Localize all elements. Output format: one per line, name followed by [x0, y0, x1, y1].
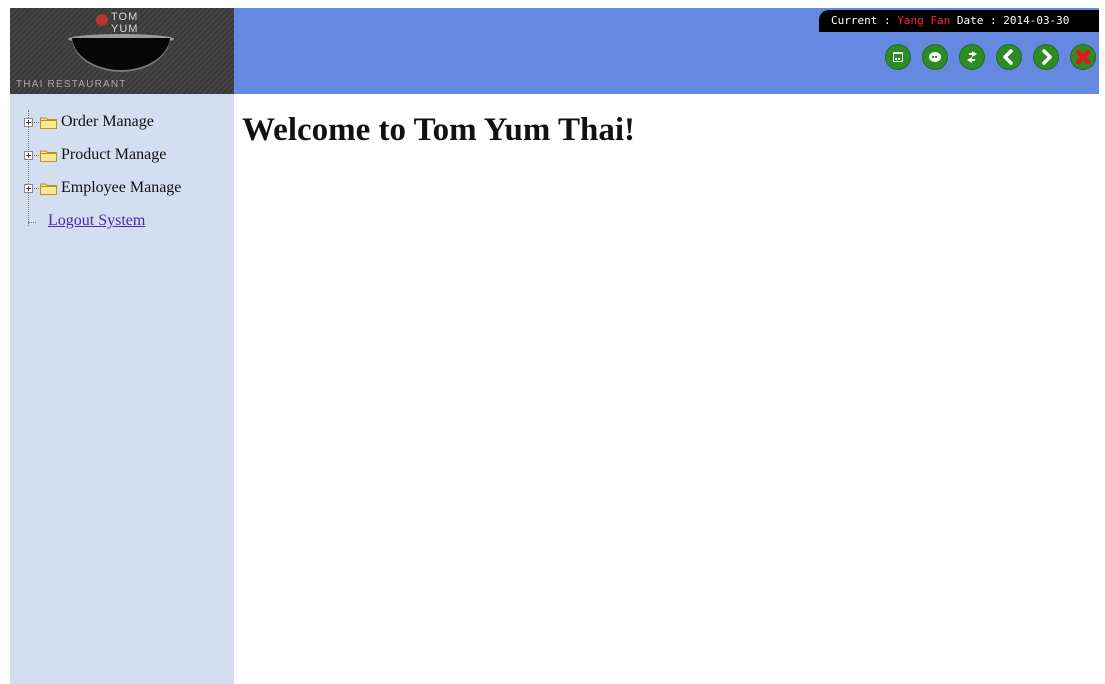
welcome-heading: Welcome to Tom Yum Thai!	[242, 112, 635, 148]
toolbar	[886, 45, 1095, 75]
sidebar-item-product-manage[interactable]: Product Manage	[24, 145, 166, 165]
tree-connector	[28, 222, 36, 223]
refresh-button[interactable]	[960, 45, 984, 69]
forward-button[interactable]	[1034, 45, 1058, 69]
current-user: Yang Fan	[897, 14, 951, 27]
sidebar-item-label: Order Manage	[61, 113, 154, 130]
folder-icon	[40, 183, 57, 195]
close-button[interactable]	[1071, 45, 1095, 69]
window-button[interactable]	[886, 45, 910, 69]
window-icon	[893, 52, 903, 62]
status-bar: Current : Yang Fan Date : 2014-03-30	[819, 10, 1099, 32]
forward-arrow-icon	[1042, 49, 1052, 65]
close-icon	[1075, 49, 1091, 65]
sidebar: Order Manage Product Manage Employee Man…	[10, 94, 234, 684]
restaurant-logo: TOM YUM THAI RESTAURANT	[10, 8, 234, 94]
chat-button[interactable]	[923, 45, 947, 69]
logo-text-line1: TOM	[111, 11, 139, 23]
folder-icon	[40, 150, 57, 162]
refresh-icon	[967, 51, 977, 63]
logout-link[interactable]: Logout System	[48, 212, 145, 230]
logo-tagline: THAI RESTAURANT	[16, 79, 127, 90]
sidebar-item-label: Employee Manage	[61, 179, 182, 196]
back-arrow-icon	[1003, 49, 1013, 65]
top-bar: Current : Yang Fan Date : 2014-03-30	[234, 8, 1099, 94]
sidebar-item-order-manage[interactable]: Order Manage	[24, 112, 154, 132]
folder-icon	[40, 117, 57, 129]
back-button[interactable]	[997, 45, 1021, 69]
current-label: Current :	[831, 14, 898, 27]
sidebar-item-employee-manage[interactable]: Employee Manage	[24, 178, 181, 198]
expand-icon[interactable]	[24, 117, 33, 127]
current-date: 2014-03-30	[1003, 14, 1070, 27]
expand-icon[interactable]	[24, 150, 33, 160]
sidebar-item-label: Product Manage	[61, 146, 167, 163]
bowl-icon	[72, 38, 170, 72]
chat-icon	[929, 52, 941, 62]
logo-swirl-icon	[96, 14, 108, 26]
expand-icon[interactable]	[24, 183, 33, 193]
date-label: Date :	[950, 14, 1004, 27]
